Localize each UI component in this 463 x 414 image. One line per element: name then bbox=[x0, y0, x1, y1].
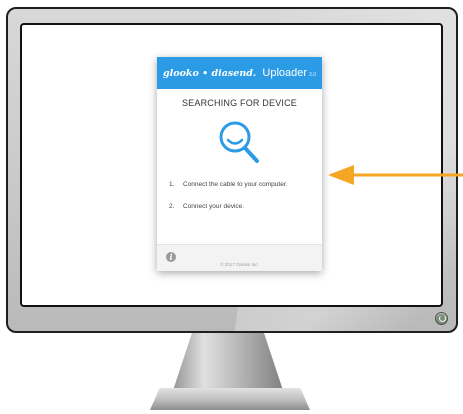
app-title-suffix: 3.0 bbox=[309, 72, 316, 78]
step-text: Connect the cable to your computer. bbox=[183, 181, 288, 188]
app-title: Uploader 3.0 bbox=[262, 67, 316, 79]
brand-logo: glooko • diasend. bbox=[163, 67, 257, 79]
monitor-stand-base bbox=[150, 388, 310, 410]
app-footer: i © 2017 Glooko Inc. bbox=[157, 244, 322, 271]
instructions-list: 1. Connect the cable to your computer. 2… bbox=[169, 181, 319, 225]
step-number: 2. bbox=[169, 203, 175, 210]
monitor-stand-neck bbox=[172, 333, 284, 391]
app-title-text: Uploader bbox=[262, 67, 308, 79]
instruction-step: 2. Connect your device. bbox=[169, 203, 319, 210]
step-text: Connect your device. bbox=[183, 203, 245, 210]
power-icon bbox=[435, 312, 448, 325]
search-icon bbox=[219, 121, 259, 163]
copyright-text: © 2017 Glooko Inc. bbox=[220, 262, 259, 267]
info-icon[interactable]: i bbox=[166, 252, 176, 262]
step-number: 1. bbox=[169, 181, 175, 188]
status-text: SEARCHING FOR DEVICE bbox=[181, 98, 297, 108]
app-header: glooko • diasend. Uploader 3.0 bbox=[157, 57, 322, 89]
uploader-window: glooko • diasend. Uploader 3.0 SEARCHING… bbox=[157, 57, 322, 271]
arrow-left-icon bbox=[328, 165, 463, 185]
instruction-step: 1. Connect the cable to your computer. bbox=[169, 181, 319, 188]
